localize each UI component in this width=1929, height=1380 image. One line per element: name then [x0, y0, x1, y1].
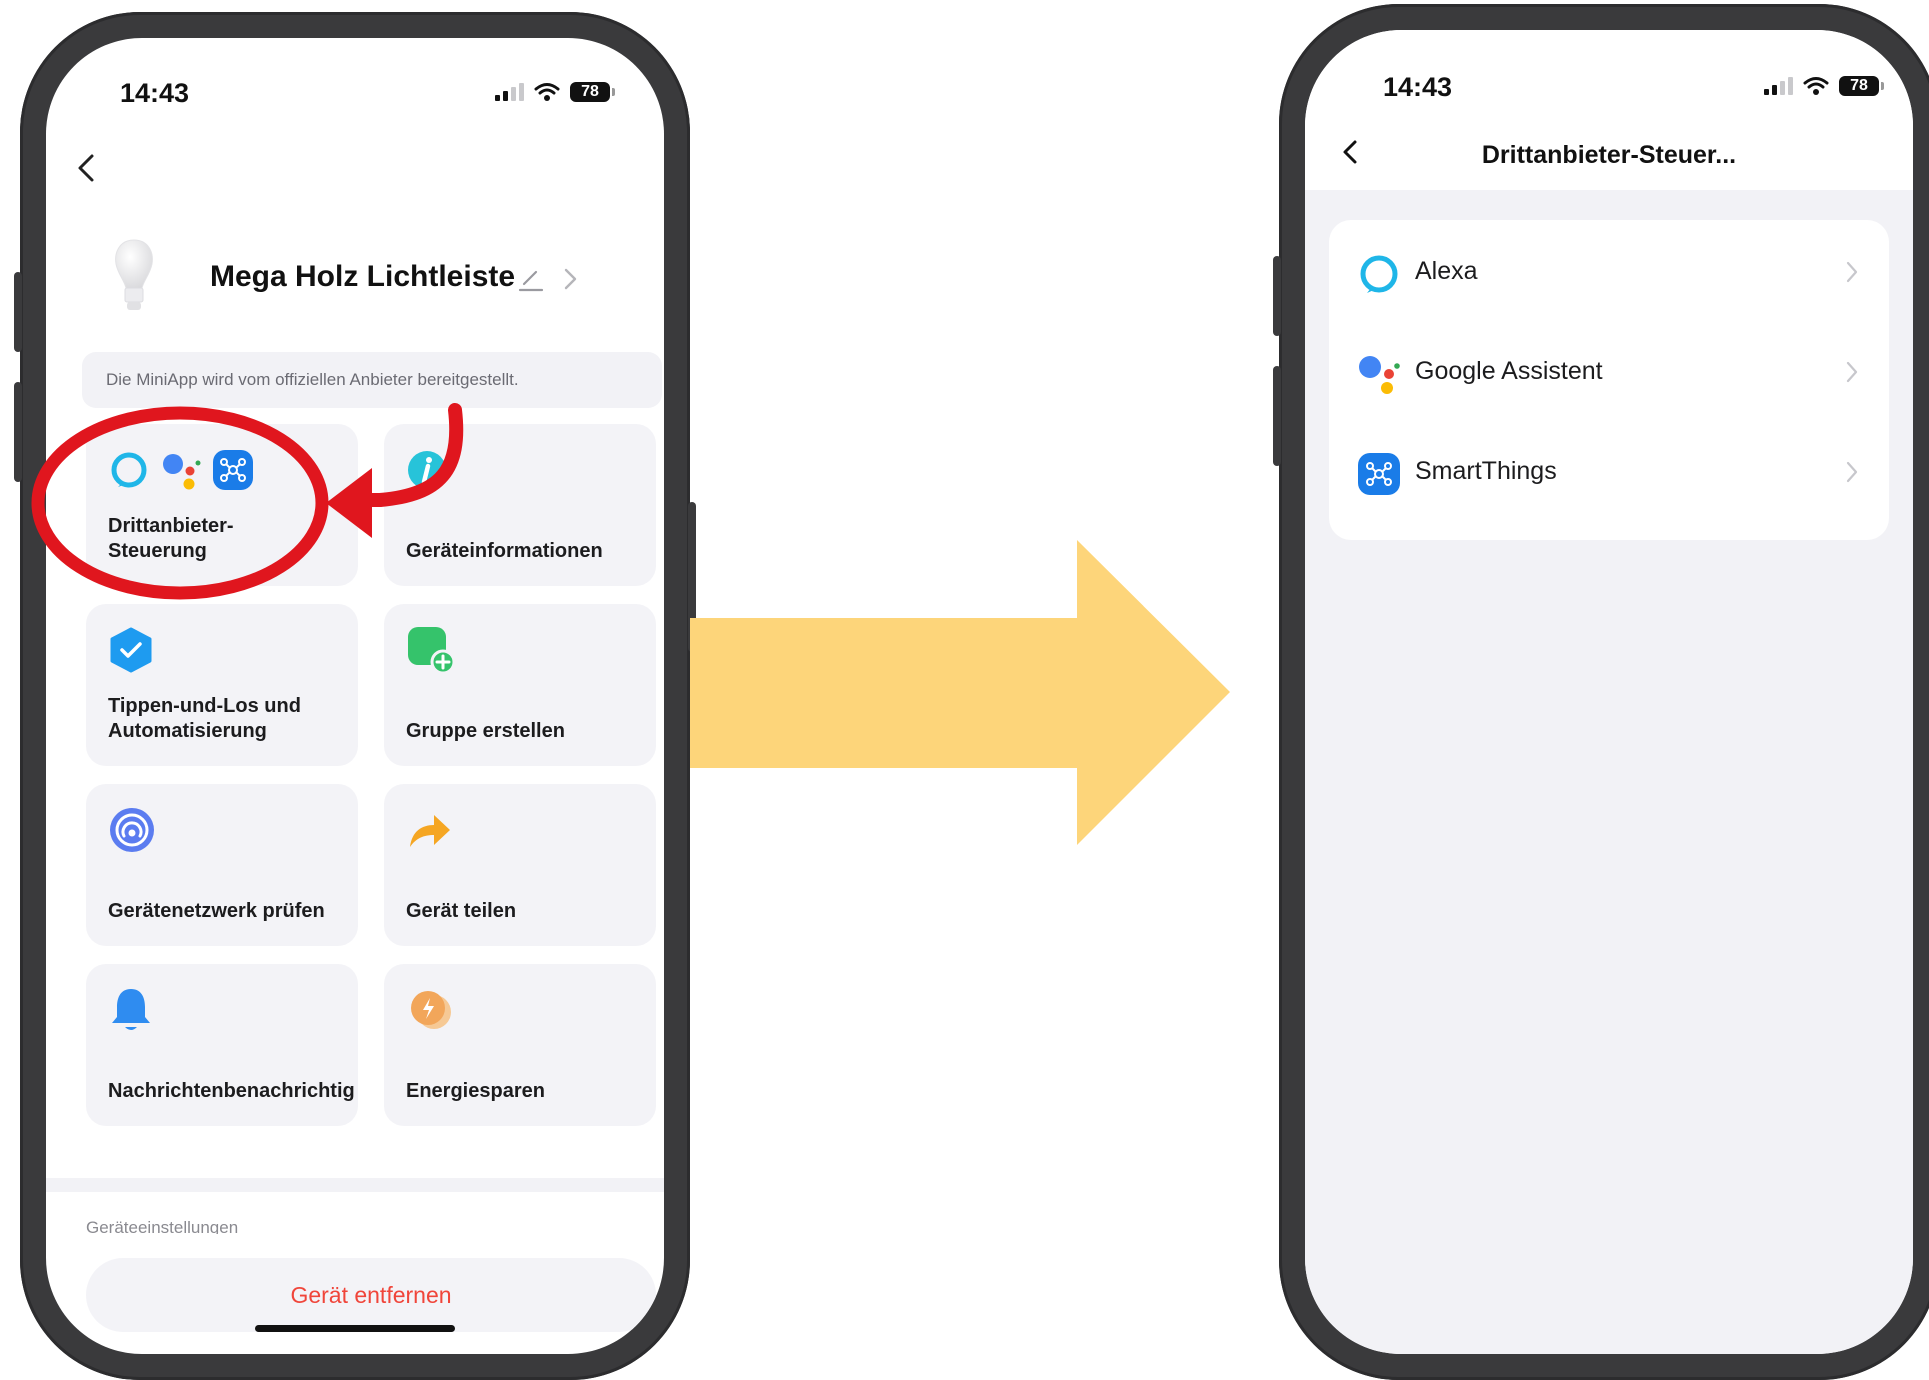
- tile-share-device[interactable]: Gerät teilen: [384, 784, 656, 946]
- chevron-right-icon[interactable]: [560, 266, 580, 292]
- miniapp-notice: Die MiniApp wird vom offiziellen Anbiete…: [82, 352, 662, 408]
- smartthings-icon: [213, 450, 253, 490]
- volume-down-button: [14, 382, 22, 482]
- shield-icon-wrap: [108, 626, 154, 674]
- right-phone-frame: 14:43 78 Drittanbieter-Steuer... Alexa G…: [1273, 4, 1929, 1380]
- tile-label: Geräteinformationen: [406, 540, 603, 562]
- status-time: 14:43: [1383, 72, 1453, 102]
- share-icon: [410, 815, 450, 847]
- section-divider: [46, 1178, 664, 1192]
- chevron-right-icon: [1846, 361, 1858, 383]
- transition-arrow: [690, 540, 1230, 845]
- list-item-google-assistant[interactable]: Google Assistent: [1329, 320, 1889, 420]
- tile-label: Gerätenetzwerk prüfen: [108, 900, 325, 922]
- alexa-icon: [1360, 255, 1398, 293]
- signal-icon: [495, 83, 524, 101]
- third-party-list: Alexa Google Assistent SmartThings: [1329, 220, 1889, 540]
- alexa-icon: [111, 452, 147, 488]
- list-item-label: Google Assistent: [1415, 357, 1603, 385]
- network-icon-wrap: [108, 806, 156, 854]
- right-screen: 14:43 78 Drittanbieter-Steuer... Alexa G…: [1305, 30, 1913, 1354]
- status-icons: 78: [495, 82, 615, 102]
- tile-label: Nachrichtenbenachrichtig: [108, 1080, 354, 1102]
- share-icon-wrap: [406, 806, 452, 854]
- light-bulb-icon: [115, 239, 153, 310]
- wifi-icon: [534, 83, 560, 101]
- volume-up-button: [14, 272, 22, 352]
- volume-down-button: [1273, 366, 1281, 466]
- bell-icon: [112, 989, 150, 1030]
- home-indicator: [255, 1325, 455, 1332]
- list-item-smartthings[interactable]: SmartThings: [1329, 420, 1889, 520]
- status-bar: 14:43 78: [46, 38, 664, 138]
- google-assistant-icon: [163, 454, 201, 490]
- tile-check-device-network[interactable]: Gerätenetzwerk prüfen: [86, 784, 358, 946]
- bell-icon-wrap: [108, 986, 154, 1034]
- tile-third-party-control[interactable]: Drittanbieter- Steuerung: [86, 424, 358, 586]
- energy-icon: [411, 991, 451, 1029]
- chevron-right-icon: [1846, 461, 1858, 483]
- google-assistant-icon: [1359, 356, 1400, 394]
- info-icon: [408, 451, 446, 489]
- tile-tap-to-run-automation[interactable]: Tippen-und-Los und Automatisierung: [86, 604, 358, 766]
- network-icon: [110, 808, 154, 852]
- group-icon-wrap: [406, 626, 456, 675]
- left-screen: 14:43 78 Mega Holz Lichtleiste Die MiniA…: [46, 38, 664, 1354]
- third-party-list-area: Alexa Google Assistent SmartThings: [1305, 190, 1913, 1354]
- battery-icon: 78: [1839, 76, 1884, 96]
- back-arrow-icon[interactable]: [68, 148, 108, 188]
- smartthings-icon: [1358, 453, 1400, 495]
- tile-energy-saving[interactable]: Energiesparen: [384, 964, 656, 1126]
- wifi-icon: [1803, 77, 1829, 95]
- list-item-label: Alexa: [1415, 257, 1478, 285]
- battery-icon: 78: [570, 82, 615, 102]
- status-time: 14:43: [120, 78, 190, 108]
- status-icons: 78: [1764, 76, 1884, 96]
- signal-icon: [1764, 77, 1793, 95]
- tile-label: Energiesparen: [406, 1080, 545, 1102]
- list-item-label: SmartThings: [1415, 457, 1557, 485]
- tile-notifications[interactable]: Nachrichtenbenachrichtig: [86, 964, 358, 1126]
- tile-label: Drittanbieter- Steuerung: [108, 515, 234, 562]
- status-bar: 14:43 78: [1305, 30, 1913, 130]
- section-label-device-settings: Geräteeinstellungen: [86, 1218, 239, 1234]
- tile-label: Gerät teilen: [406, 900, 517, 922]
- page-title: Drittanbieter-Steuer...: [1481, 141, 1737, 169]
- tile-create-group[interactable]: Gruppe erstellen: [384, 604, 656, 766]
- volume-up-button: [1273, 256, 1281, 336]
- device-header[interactable]: Mega Holz Lichtleiste: [86, 238, 624, 328]
- left-phone-frame: 14:43 78 Mega Holz Lichtleiste Die MiniA…: [14, 12, 696, 1380]
- edit-pencil-icon[interactable]: [516, 264, 546, 294]
- list-item-alexa[interactable]: Alexa: [1329, 220, 1889, 320]
- remove-device-button[interactable]: Gerät entfernen: [86, 1258, 656, 1332]
- energy-icon-wrap: [406, 986, 454, 1034]
- device-name: Mega Holz Lichtleiste: [210, 260, 516, 293]
- tile-device-information[interactable]: Geräteinformationen: [384, 424, 656, 586]
- tile-label: Tippen-und-Los und Automatisierung: [108, 695, 301, 742]
- chevron-right-icon: [1846, 261, 1858, 283]
- right-header: 14:43 78 Drittanbieter-Steuer...: [1305, 30, 1913, 190]
- third-party-icons: [108, 446, 254, 494]
- shield-check-icon: [110, 627, 152, 673]
- info-icon-wrap: [406, 446, 448, 494]
- group-add-icon: [408, 627, 456, 675]
- tile-label: Gruppe erstellen: [406, 720, 565, 742]
